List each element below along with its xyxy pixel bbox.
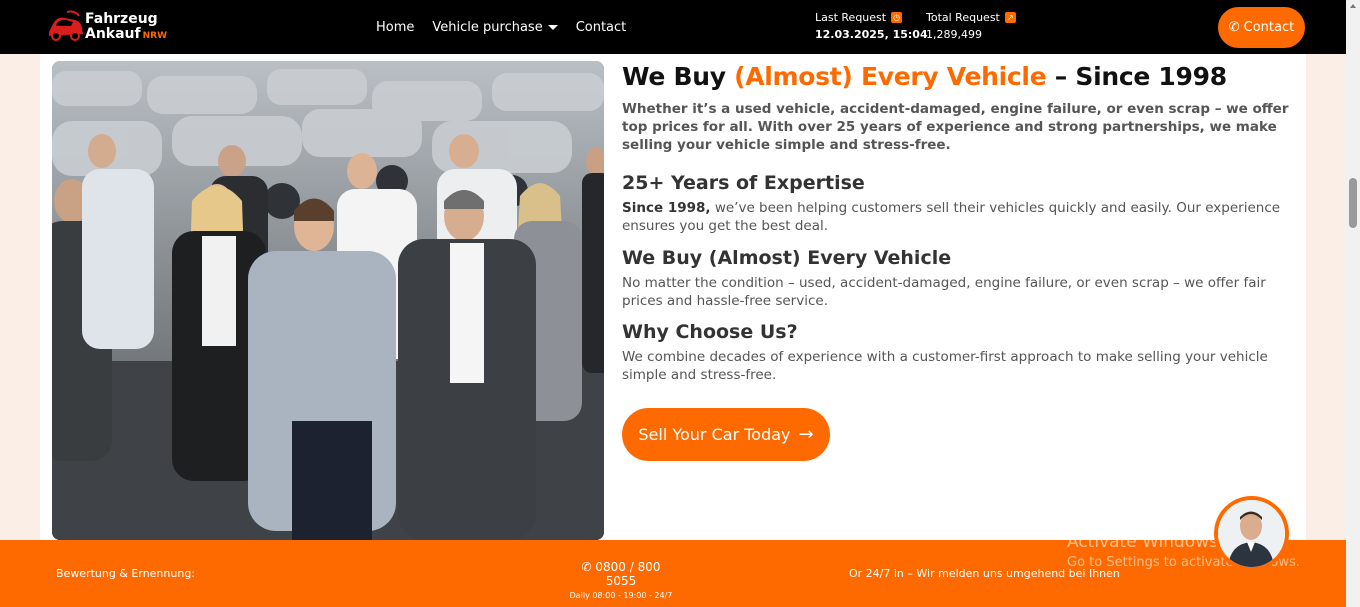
section-text-expertise-body: we’ve been helping customers sell their …	[622, 200, 1281, 234]
phone-icon: ✆	[1228, 20, 1240, 35]
site-header: Fahrzeug Ankauf NRW Home Vehicle purchase…	[0, 0, 1346, 54]
team-photo	[52, 61, 604, 540]
page-title: We Buy (Almost) Every Vehicle – Since 19…	[622, 62, 1307, 91]
section-text-expertise: Since 1998, we’ve been helping customers…	[622, 199, 1307, 235]
section-text-every-vehicle: No matter the condition – used, accident…	[622, 275, 1266, 309]
footer-phone-number: 0800 / 800 5055	[595, 560, 661, 588]
last-request-stat: Last Request ◷ 12.03.2025, 15:04	[815, 11, 928, 41]
page-scrollbar[interactable]	[1346, 0, 1360, 607]
footer-phone[interactable]: ✆ 0800 / 800 5055 Daily 08:00 - 19:00 - …	[569, 560, 673, 600]
section-bold-lead: Since 1998,	[622, 200, 711, 216]
main-nav: Home Vehicle purchase Contact	[376, 0, 626, 54]
phone-icon: ✆	[581, 560, 592, 574]
nav-contact[interactable]: Contact	[576, 20, 627, 35]
car-logo-icon	[49, 10, 83, 41]
nav-vehicle-purchase-label: Vehicle purchase	[432, 19, 543, 35]
nav-vehicle-purchase[interactable]: Vehicle purchase	[432, 19, 558, 35]
sell-your-car-label: Sell Your Car Today	[638, 425, 791, 444]
footer-hours: Daily 08:00 - 19:00 - 24/7	[569, 591, 673, 600]
logo-suffix: NRW	[142, 31, 168, 41]
scroll-up-arrow-icon[interactable]	[1350, 4, 1356, 8]
intro-paragraph: Whether it’s a used vehicle, accident-da…	[622, 101, 1289, 153]
chevron-down-icon	[547, 24, 558, 30]
team-photo-image	[52, 61, 604, 540]
intro-text-column: We Buy (Almost) Every Vehicle – Since 19…	[622, 62, 1307, 384]
section-heading-expertise: 25+ Years of Expertise	[622, 172, 865, 194]
scroll-thumb[interactable]	[1349, 178, 1357, 228]
arrow-right-icon: →	[798, 424, 814, 445]
logo-line2: Ankauf	[85, 26, 141, 42]
logo[interactable]: Fahrzeug Ankauf NRW	[45, 8, 175, 46]
logo-text: Fahrzeug Ankauf NRW	[85, 12, 167, 44]
logo-line1: Fahrzeug	[85, 11, 158, 27]
contact-button[interactable]: ✆ Contact	[1218, 7, 1305, 48]
section-heading-why-us: Why Choose Us?	[622, 321, 798, 343]
section-heading-every-vehicle: We Buy (Almost) Every Vehicle	[622, 247, 952, 269]
nav-home[interactable]: Home	[376, 20, 414, 35]
clock-icon: ◷	[891, 12, 903, 23]
last-request-label: Last Request	[815, 11, 887, 24]
chat-avatar[interactable]	[1214, 496, 1289, 571]
sell-your-car-button[interactable]: Sell Your Car Today →	[622, 408, 830, 461]
chart-icon: ↗	[1004, 12, 1016, 23]
title-part1: We Buy	[622, 62, 735, 91]
total-request-label: Total Request	[926, 11, 1000, 24]
total-request-stat: Total Request ↗ 1,289,499	[926, 11, 1016, 41]
total-request-value: 1,289,499	[926, 28, 982, 41]
contact-button-label: Contact	[1243, 20, 1295, 35]
agent-avatar-icon	[1218, 500, 1285, 567]
footer-rating-label: Bewertung & Ernennung:	[56, 567, 196, 580]
title-part2: – Since 1998	[1046, 62, 1227, 91]
section-text-why-us: We combine decades of experience with a …	[622, 349, 1268, 383]
title-accent: (Almost) Every Vehicle	[734, 62, 1047, 91]
last-request-value: 12.03.2025, 15:04	[815, 28, 928, 41]
